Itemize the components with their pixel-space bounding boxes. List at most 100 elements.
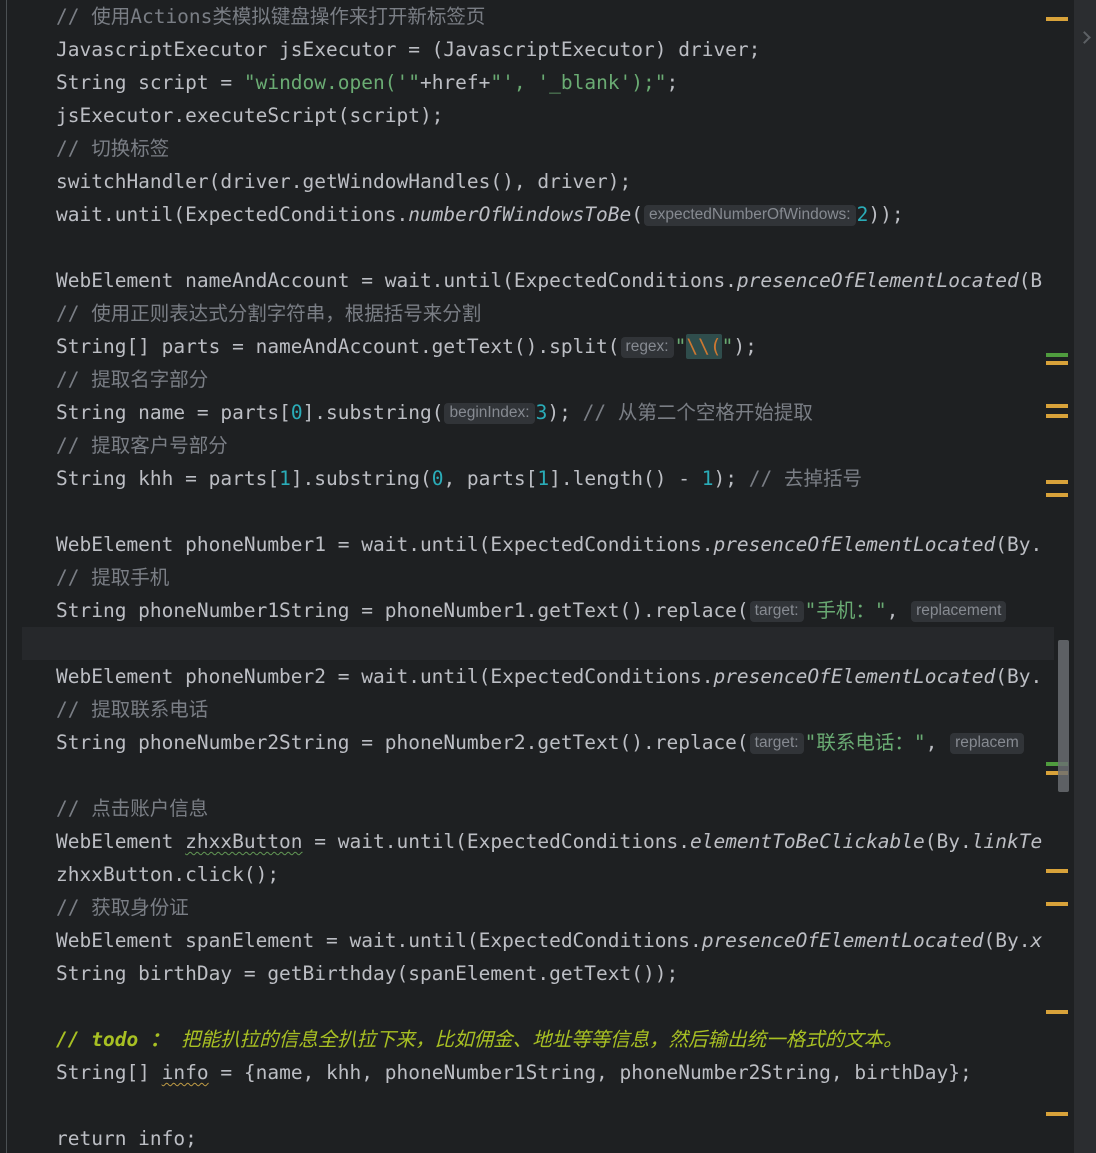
- code-token-static: presenceOfElementLocated: [713, 665, 996, 688]
- code-token-plain: = {name, khh, phoneNumber1String, phoneN…: [208, 1061, 972, 1084]
- vertical-scrollbar-track[interactable]: [1054, 0, 1070, 1153]
- code-token-plain: ].length() -: [549, 467, 702, 490]
- code-token-plain: String[] parts = nameAndAccount.getText(…: [56, 335, 620, 358]
- editor-left-gutter: [0, 0, 22, 1153]
- code-token-plain: String name = parts[: [56, 401, 291, 424]
- code-line[interactable]: String name = parts[0].substring(beginIn…: [22, 396, 1054, 429]
- code-token-plain: String phoneNumber2String = phoneNumber2…: [56, 731, 749, 754]
- code-token-plain: );: [547, 401, 583, 424]
- code-line[interactable]: WebElement zhxxButton = wait.until(Expec…: [22, 825, 1054, 858]
- warning-underlined-identifier[interactable]: info: [162, 1061, 209, 1084]
- code-line[interactable]: WebElement spanElement = wait.until(Expe…: [22, 924, 1054, 957]
- code-line[interactable]: // 获取身份证: [22, 891, 1054, 924]
- code-token-static: linkTe: [971, 830, 1043, 853]
- code-token-plain: +href+: [419, 71, 491, 94]
- code-token-plain: String birthDay = getBirthday(spanElemen…: [56, 962, 679, 985]
- code-token-todo-text: 把能扒拉的信息全扒拉下来，比如佣金、地址等等信息，然后输出统一格式的文本。: [169, 1028, 903, 1051]
- code-line[interactable]: // 提取客户号部分: [22, 429, 1054, 462]
- code-token-plain: JavascriptExecutor jsExecutor = (Javascr…: [56, 38, 761, 61]
- code-token-plain: String script =: [56, 71, 244, 94]
- code-line[interactable]: String script = "window.open('"+href+"',…: [22, 66, 1054, 99]
- code-line[interactable]: // 提取手机: [22, 561, 1054, 594]
- code-line[interactable]: // 提取联系电话: [22, 693, 1054, 726]
- code-token-string: "手机：": [804, 599, 887, 622]
- code-token-plain: );: [733, 335, 757, 358]
- code-line[interactable]: [22, 1089, 1054, 1122]
- code-token-plain: WebElement phoneNumber1 = wait.until(Exp…: [56, 533, 714, 556]
- code-line[interactable]: switchHandler(driver.getWindowHandles(),…: [22, 165, 1054, 198]
- code-line[interactable]: String[] parts = nameAndAccount.getText(…: [22, 330, 1054, 363]
- code-line[interactable]: // 提取名字部分: [22, 363, 1054, 396]
- code-token-number: 1: [701, 467, 714, 490]
- code-token-plain: WebElement: [56, 830, 186, 853]
- code-token-plain: (: [631, 203, 644, 226]
- code-token-plain: return info;: [56, 1127, 197, 1150]
- code-line[interactable]: [22, 231, 1054, 264]
- code-token-plain: ,: [925, 731, 950, 754]
- parameter-hint-chip[interactable]: target:: [749, 601, 804, 622]
- code-token-plain: ;: [666, 71, 679, 94]
- code-line[interactable]: WebElement phoneNumber1 = wait.until(Exp…: [22, 528, 1054, 561]
- code-token-static: presenceOfElementLocated: [736, 269, 1019, 292]
- code-token-plain: ].substring(: [290, 467, 432, 490]
- parameter-hint-chip[interactable]: replacem: [950, 733, 1024, 754]
- code-line[interactable]: wait.until(ExpectedConditions.numberOfWi…: [22, 198, 1054, 231]
- code-editor[interactable]: // 使用Actions类模拟键盘操作来打开新标签页 JavascriptExec…: [0, 0, 1096, 1153]
- code-token-plain: );: [713, 467, 749, 490]
- code-token-plain: WebElement phoneNumber2 = wait.until(Exp…: [56, 665, 714, 688]
- code-token-string: "联系电话：": [804, 731, 926, 754]
- code-line[interactable]: String birthDay = getBirthday(spanElemen…: [22, 957, 1054, 990]
- parameter-hint-chip[interactable]: regex:: [620, 337, 674, 358]
- code-token-comment: // 去掉括号: [748, 467, 862, 490]
- code-line[interactable]: jsExecutor.executeScript(script);: [22, 99, 1054, 132]
- code-token-number: 3: [535, 401, 548, 424]
- code-token-plain: ].substring(: [302, 401, 444, 424]
- code-line[interactable]: String phoneNumber2String = phoneNumber2…: [22, 726, 1054, 759]
- code-token-static: presenceOfElementLocated: [701, 929, 984, 952]
- code-line[interactable]: // todo ： 把能扒拉的信息全扒拉下来，比如佣金、地址等等信息，然后输出统…: [22, 1023, 1054, 1056]
- code-token-todo: // todo ：: [56, 1028, 170, 1051]
- code-line[interactable]: String phoneNumber1String = phoneNumber1…: [22, 594, 1054, 627]
- code-line[interactable]: String khh = parts[1].substring(0, parts…: [22, 462, 1054, 495]
- code-token-plain: String[]: [56, 1061, 162, 1084]
- code-line[interactable]: WebElement phoneNumber2 = wait.until(Exp…: [22, 660, 1054, 693]
- parameter-hint-chip[interactable]: replacement: [911, 601, 1007, 622]
- code-token-string: ": [721, 335, 734, 358]
- code-token-comment: // 切换标签: [56, 137, 170, 160]
- code-token-comment: // 提取联系电话: [56, 698, 209, 721]
- code-line[interactable]: JavascriptExecutor jsExecutor = (Javascr…: [22, 33, 1054, 66]
- code-token-plain: (B: [1018, 269, 1043, 292]
- typo-underlined-identifier[interactable]: zhxxButton: [185, 830, 302, 853]
- code-token-comment: // 获取身份证: [56, 896, 189, 919]
- code-token-comment: // 从第二个空格开始提取: [582, 401, 813, 424]
- parameter-hint-chip[interactable]: beginIndex:: [444, 403, 535, 424]
- code-token-string: ": [674, 335, 687, 358]
- code-line[interactable]: // 使用Actions类模拟键盘操作来打开新标签页: [22, 0, 1054, 33]
- code-line[interactable]: // 使用正则表达式分割字符串，根据括号来分割: [22, 297, 1054, 330]
- code-line[interactable]: [22, 990, 1054, 1023]
- code-token-static: presenceOfElementLocated: [713, 533, 996, 556]
- parameter-hint-chip[interactable]: expectedNumberOfWindows:: [644, 205, 856, 226]
- parameter-hint-chip[interactable]: target:: [749, 733, 804, 754]
- code-line[interactable]: zhxxButton.click();: [22, 858, 1054, 891]
- code-token-number: 1: [537, 467, 550, 490]
- code-line[interactable]: [22, 759, 1054, 792]
- code-line-caret[interactable]: [22, 627, 1054, 660]
- code-token-static: elementToBeClickable: [689, 830, 925, 853]
- code-line[interactable]: return info;: [22, 1122, 1054, 1153]
- code-token-plain: , parts[: [443, 467, 538, 490]
- code-token-plain: String khh = parts[: [56, 467, 280, 490]
- code-line[interactable]: String[] info = {name, khh, phoneNumber1…: [22, 1056, 1054, 1089]
- code-line[interactable]: [22, 495, 1054, 528]
- right-tool-panel[interactable]: [1074, 0, 1096, 1153]
- code-token-plain: zhxxButton.click();: [56, 863, 280, 886]
- code-line[interactable]: // 点击账户信息: [22, 792, 1054, 825]
- code-text-area[interactable]: // 使用Actions类模拟键盘操作来打开新标签页 JavascriptExec…: [22, 0, 1054, 1153]
- vertical-scrollbar-thumb[interactable]: [1058, 640, 1069, 792]
- code-token-plain: ,: [886, 599, 911, 622]
- indent-guide-line: [6, 0, 7, 1153]
- code-line[interactable]: WebElement nameAndAccount = wait.until(E…: [22, 264, 1054, 297]
- code-token-plain: WebElement spanElement = wait.until(Expe…: [56, 929, 702, 952]
- chevron-collapse-icon[interactable]: [1080, 33, 1089, 42]
- code-line[interactable]: // 切换标签: [22, 132, 1054, 165]
